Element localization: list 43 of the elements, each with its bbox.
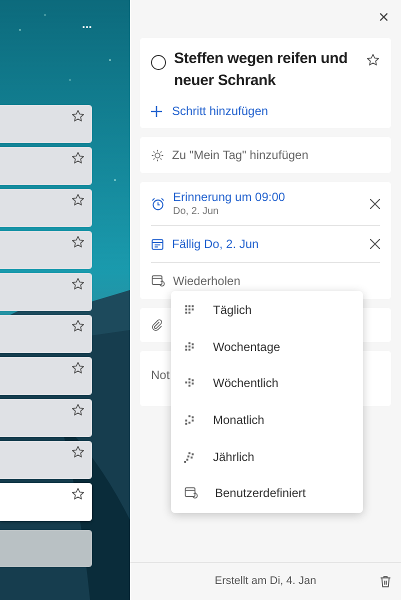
menu-item[interactable]: Jährlich xyxy=(171,438,363,475)
more-button[interactable]: ... xyxy=(82,18,92,30)
reminder-button[interactable]: Erinnerung um 09:00 Do, 2. Jun xyxy=(173,189,362,218)
close-icon[interactable] xyxy=(370,198,380,208)
menu-item[interactable]: Monatlich xyxy=(171,402,363,438)
menu-item[interactable]: Wochentage xyxy=(171,328,363,366)
task-title[interactable]: Steffen wegen reifen und neuer Schrank xyxy=(174,48,358,92)
menu-item[interactable]: Wöchentlich xyxy=(171,365,363,402)
dot-grid-icon xyxy=(184,340,196,353)
star-icon[interactable] xyxy=(71,445,85,459)
menu-item[interactable]: Täglich xyxy=(171,292,363,329)
created-date: Erstellt am Di, 4. Jan xyxy=(214,574,316,590)
close-icon[interactable] xyxy=(370,239,380,249)
star-icon[interactable] xyxy=(71,403,85,417)
calendar-icon xyxy=(151,238,164,250)
star-icon[interactable] xyxy=(71,361,85,375)
star-icon[interactable] xyxy=(71,193,85,207)
star-icon[interactable] xyxy=(71,319,85,333)
trash-icon[interactable] xyxy=(379,575,392,588)
complete-checkbox[interactable] xyxy=(151,55,166,70)
add-step-button[interactable]: Schritt hinzufügen xyxy=(151,102,380,120)
due-date-button[interactable]: Fällig Do, 2. Jun xyxy=(172,235,362,253)
paperclip-icon xyxy=(151,319,163,331)
dot-grid-icon xyxy=(184,414,196,426)
sun-icon xyxy=(151,148,164,162)
star-icon[interactable] xyxy=(71,487,85,501)
dot-grid-icon xyxy=(184,450,196,463)
plus-icon xyxy=(151,106,162,116)
star-icon[interactable] xyxy=(71,151,85,165)
star-icon[interactable] xyxy=(366,53,380,67)
calendar-repeat-icon xyxy=(151,274,165,288)
menu-item[interactable]: Benutzerdefiniert xyxy=(171,474,363,512)
note-field[interactable]: Not xyxy=(151,368,170,382)
calendar-repeat-icon xyxy=(184,486,198,500)
star-icon[interactable] xyxy=(71,235,85,249)
star-icon[interactable] xyxy=(71,277,85,291)
dot-grid-icon xyxy=(184,377,196,390)
star-icon[interactable] xyxy=(71,109,85,123)
close-button[interactable]: × xyxy=(378,8,389,26)
dot-grid-icon xyxy=(184,304,196,316)
repeat-button[interactable]: Wiederholen xyxy=(173,272,240,290)
my-day-button[interactable]: Zu "Mein Tag" hinzufügen xyxy=(140,137,391,173)
alarm-clock-icon xyxy=(151,196,165,210)
